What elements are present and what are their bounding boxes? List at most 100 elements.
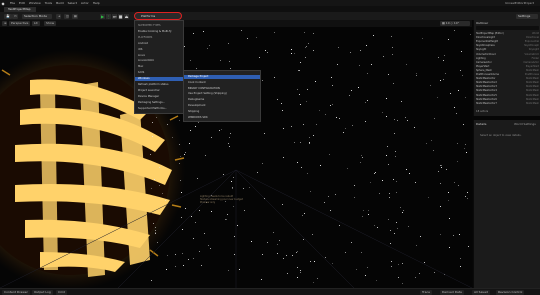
star-dot: [385, 155, 387, 157]
menu-build[interactable]: Build: [56, 1, 64, 5]
star-dot: [375, 172, 377, 174]
platforms-menu-item[interactable]: Packaging Settings...: [138, 101, 182, 105]
outliner-row-name: StaticMeshActor4: [476, 89, 497, 93]
outliner-row[interactable]: SkyAtmosphere SkyAtmosph: [476, 44, 539, 48]
status-bar: Content Drawer Output Log Cmd Trace Deri…: [0, 288, 540, 295]
platforms-menu-item[interactable]: Supported Platforms...: [138, 107, 182, 111]
menu-actor[interactable]: Actor: [81, 1, 89, 5]
star-dot: [420, 236, 422, 238]
content-drawer-button[interactable]: Content Drawer: [2, 290, 30, 295]
windows-submenu-item[interactable]: Use Project Setting (Shipping): [188, 92, 258, 96]
star-dot: [303, 213, 305, 215]
notice-line: Preview only: [200, 201, 216, 204]
save-button[interactable]: 💾: [4, 14, 12, 19]
output-log-button[interactable]: Output Log: [32, 290, 53, 295]
level-viewport[interactable]: [0, 20, 472, 288]
star-dot: [281, 102, 283, 104]
outliner-row[interactable]: TestProjectMap (Editor) World: [476, 32, 539, 36]
outliner-row[interactable]: DirectionalLight Directional: [476, 36, 539, 40]
windows-submenu-item[interactable]: Development: [188, 104, 258, 108]
cmd-input[interactable]: Cmd: [56, 290, 67, 295]
star-dot: [415, 181, 417, 183]
stop-icon[interactable]: ■: [118, 14, 123, 19]
star-dot: [260, 279, 262, 281]
platforms-menu-item[interactable]: Mac: [138, 65, 182, 69]
star-dot: [306, 173, 308, 174]
star-dot: [394, 151, 396, 153]
mode-icon[interactable]: ▭: [12, 14, 18, 19]
menu-file[interactable]: File: [10, 1, 15, 5]
platforms-menu-item[interactable]: Linux: [138, 54, 182, 58]
star-dot: [463, 123, 465, 125]
platforms-menu-item[interactable]: tvOS: [138, 71, 182, 75]
platforms-menu-item[interactable]: iOS: [138, 48, 182, 52]
all-saved-indicator[interactable]: All Saved: [472, 290, 490, 295]
platforms-menu-item[interactable]: LinuxArm64: [138, 59, 182, 63]
menu-edit[interactable]: Edit: [19, 1, 25, 5]
derived-data-button[interactable]: Derived Data: [440, 290, 464, 295]
menu-tools[interactable]: Tools: [45, 1, 52, 5]
star-dot: [415, 276, 417, 278]
eject-icon[interactable]: ⏏: [124, 14, 129, 19]
outliner-row[interactable]: Sphere_Mesh StaticMesh: [476, 69, 539, 73]
viewport-menu-icon[interactable]: ≡: [2, 21, 7, 26]
outliner-row[interactable]: StaticMeshActor StaticMesh: [476, 77, 539, 81]
outliner-row[interactable]: StaticMeshActor3 StaticMesh: [476, 85, 539, 89]
outliner-row[interactable]: StaticMeshActor6 StaticMesh: [476, 98, 539, 102]
star-dot: [309, 142, 311, 144]
windows-submenu-item[interactable]: DebugGame: [188, 98, 258, 102]
play-icon[interactable]: ▶: [100, 14, 105, 19]
platforms-menu-item[interactable]: Refresh platform status: [138, 83, 182, 87]
outliner-search-input[interactable]: [476, 26, 539, 30]
star-dot: [250, 241, 252, 243]
cinematics-icon[interactable]: ▤: [72, 14, 78, 19]
trace-button[interactable]: Trace: [420, 290, 432, 295]
selection-mode-dropdown[interactable]: Selection Mode: [22, 14, 52, 19]
platforms-menu-item[interactable]: Project Launcher: [138, 89, 182, 93]
platforms-menu-item[interactable]: Android: [138, 42, 182, 46]
outliner-row[interactable]: StaticMeshActor5 StaticMesh: [476, 94, 539, 98]
viewport-snap-controls[interactable]: ▦ 10 ◇ 10°: [440, 21, 470, 26]
outliner-row[interactable]: ExponentialHeight Exponential: [476, 40, 539, 44]
star-dot: [448, 38, 450, 40]
settings-button[interactable]: Settings: [516, 14, 538, 19]
star-dot: [387, 164, 389, 166]
windows-submenu-item[interactable]: Cook Content: [188, 81, 258, 85]
outliner-row[interactable]: PostProcessVolume PostProcess: [476, 73, 539, 77]
platforms-button[interactable]: Platforms: [134, 12, 182, 20]
menu-select[interactable]: Select: [68, 1, 77, 5]
windows-submenu-item[interactable]: Shipping: [188, 110, 258, 114]
windows-submenu-item[interactable]: Package Project: [184, 75, 260, 79]
star-dot: [234, 254, 236, 256]
star-dot: [432, 150, 434, 152]
world-settings-tab[interactable]: World Settings: [514, 122, 536, 126]
outliner-row[interactable]: VolumetricCloud VolumetricC: [476, 53, 539, 57]
perspective-button[interactable]: Perspective: [9, 21, 31, 26]
add-content-icon[interactable]: +: [56, 14, 61, 19]
platforms-menu-item[interactable]: Device Manager: [138, 95, 182, 99]
outliner-row[interactable]: PlayerStart PlayerStart: [476, 65, 539, 69]
star-dot: [297, 266, 299, 268]
menu-window[interactable]: Window: [29, 1, 41, 5]
outliner-row[interactable]: SkyLight SkyLight: [476, 48, 539, 52]
show-button[interactable]: Show: [44, 21, 57, 26]
outliner-row[interactable]: StaticMeshActor7 StaticMesh: [476, 102, 539, 106]
outliner-row[interactable]: StaticMeshActor2 StaticMesh: [476, 81, 539, 85]
revision-control-button[interactable]: Revision Control: [496, 290, 525, 295]
platforms-menu-item[interactable]: Enable Cooking & Multi-Ty: [138, 30, 182, 34]
star-dot: [192, 257, 194, 259]
star-dot: [364, 275, 366, 276]
outliner-row[interactable]: CameraActor CameraActor: [476, 61, 539, 65]
play-options-icon[interactable]: ⋮: [106, 14, 111, 19]
lit-button[interactable]: Lit: [32, 21, 40, 26]
menu-help[interactable]: Help: [93, 1, 100, 5]
details-panel: Details World Settings Select an object …: [473, 120, 540, 288]
step-icon[interactable]: ⏭: [112, 14, 117, 19]
star-dot: [222, 174, 224, 176]
blueprint-icon[interactable]: ◫: [64, 14, 69, 19]
details-tab[interactable]: Details: [476, 122, 486, 126]
outliner-row[interactable]: StaticMeshActor4 StaticMesh: [476, 89, 539, 93]
star-dot: [243, 209, 245, 211]
platforms-menu-item[interactable]: Windows: [135, 77, 183, 82]
outliner-row[interactable]: Lighting Folder: [476, 57, 539, 61]
